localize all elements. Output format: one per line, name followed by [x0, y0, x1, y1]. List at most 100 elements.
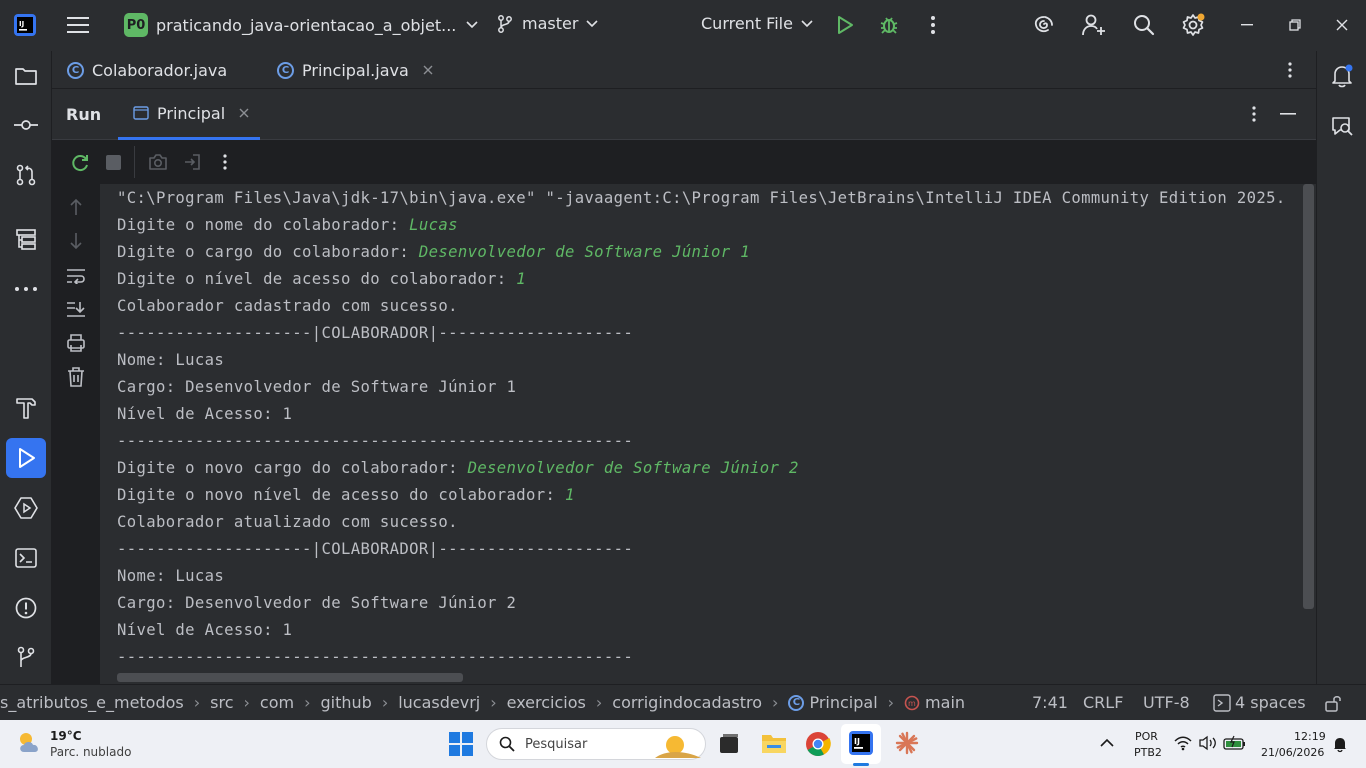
chevron-down-icon: [466, 21, 478, 29]
console-line: --------------------|COLABORADOR|-------…: [117, 324, 634, 342]
breadcrumb-item[interactable]: corrigindocadastro: [612, 693, 762, 712]
breadcrumb-item[interactable]: exercicios: [507, 693, 586, 712]
horizontal-scrollbar[interactable]: [117, 673, 463, 682]
structure-icon[interactable]: [6, 219, 46, 259]
ai-assistant-icon[interactable]: [1024, 5, 1064, 45]
file-explorer-icon[interactable]: [761, 732, 787, 754]
search-placeholder: Pesquisar: [525, 736, 588, 752]
problems-icon[interactable]: [6, 588, 46, 628]
indent-settings[interactable]: 4 spaces: [1213, 693, 1306, 712]
read-only-lock-icon[interactable]: [1325, 694, 1343, 712]
breadcrumb-item[interactable]: github: [321, 693, 372, 712]
soft-wrap-icon[interactable]: [64, 264, 88, 288]
run-config-selector[interactable]: Current File: [701, 14, 813, 33]
intellij-taskbar-icon[interactable]: IJ: [849, 731, 873, 755]
restore-icon[interactable]: [1275, 5, 1315, 45]
console-line: Nome: Lucas: [117, 567, 225, 585]
chrome-browser-icon[interactable]: [805, 731, 831, 757]
breadcrumb-item[interactable]: src: [210, 693, 233, 712]
user-input: 1: [516, 270, 527, 288]
tab-colaborador-java[interactable]: C Colaborador.java: [67, 51, 227, 89]
main-menu-icon[interactable]: [58, 5, 98, 45]
weather-cloud-sun-icon[interactable]: [16, 730, 44, 754]
taskbar-search-box[interactable]: Pesquisar: [486, 728, 706, 760]
git-icon[interactable]: [6, 637, 46, 677]
close-tab-icon[interactable]: [239, 108, 249, 118]
close-window-icon[interactable]: [1322, 5, 1362, 45]
more-actions-icon[interactable]: [913, 5, 953, 45]
panel-options-icon[interactable]: [1252, 106, 1256, 122]
clock-date[interactable]: 21/06/2026: [1261, 746, 1324, 759]
minimize-icon[interactable]: [1227, 5, 1267, 45]
build-hammer-icon[interactable]: [6, 388, 46, 428]
task-view-icon[interactable]: [717, 732, 741, 756]
toolbar-more-icon[interactable]: [223, 154, 227, 170]
settings-gear-icon[interactable]: [1173, 5, 1213, 45]
pull-requests-icon[interactable]: [6, 155, 46, 195]
scroll-up-arrow-icon[interactable]: [64, 195, 88, 219]
title-bar: IJ P0 praticando_java-orientacao_a_objet…: [0, 0, 1366, 51]
breadcrumb-item[interactable]: com: [260, 693, 294, 712]
print-icon[interactable]: [64, 331, 88, 355]
windows-start-icon[interactable]: [449, 732, 473, 756]
file-encoding[interactable]: UTF-8: [1143, 693, 1190, 712]
breadcrumb-item[interactable]: main: [925, 693, 965, 712]
project-selector[interactable]: P0 praticando_java-orientacao_a_objet...: [124, 13, 478, 37]
notification-center-icon[interactable]: [1332, 735, 1348, 753]
scroll-down-arrow-icon[interactable]: [64, 229, 88, 253]
caret-position[interactable]: 7:41: [1032, 693, 1068, 712]
console-line: "C:\Program Files\Java\jdk-17\bin\java.e…: [117, 189, 1286, 207]
run-tool-window-icon[interactable]: [6, 438, 46, 478]
project-badge: P0: [124, 13, 148, 37]
input-language[interactable]: POR: [1135, 730, 1158, 743]
screenshot-camera-icon[interactable]: [148, 153, 168, 171]
line-ending[interactable]: CRLF: [1083, 693, 1123, 712]
more-tool-windows-icon[interactable]: [6, 269, 46, 309]
breadcrumb: s_atributos_e_metodos › src › com › github ›…: [0, 693, 966, 712]
branch-selector[interactable]: master: [497, 14, 598, 33]
breadcrumb-item[interactable]: lucasdevrj: [398, 693, 480, 712]
keyboard-layout[interactable]: PTB2: [1134, 746, 1162, 759]
export-icon[interactable]: [183, 153, 201, 171]
scroll-to-end-icon[interactable]: [64, 297, 88, 321]
volume-speaker-icon[interactable]: [1198, 735, 1218, 751]
project-folder-icon[interactable]: [6, 56, 46, 96]
notifications-bell-icon[interactable]: [1322, 56, 1362, 96]
tab-actions-icon[interactable]: [1288, 62, 1292, 78]
add-user-icon[interactable]: [1074, 5, 1114, 45]
weather-desc: Parc. nublado: [50, 745, 132, 759]
console-output[interactable]: "C:\Program Files\Java\jdk-17\bin\java.e…: [100, 184, 1316, 684]
wifi-icon[interactable]: [1174, 735, 1192, 751]
stop-icon[interactable]: [106, 155, 121, 170]
run-toolbar: [52, 140, 1316, 184]
claude-app-icon[interactable]: [895, 731, 919, 755]
breadcrumb-item[interactable]: s_atributos_e_metodos: [0, 693, 184, 712]
battery-charging-icon[interactable]: [1223, 735, 1247, 751]
vertical-scrollbar[interactable]: [1303, 184, 1314, 609]
indent-label: 4 spaces: [1235, 693, 1306, 712]
terminal-icon[interactable]: [6, 538, 46, 578]
svg-text:IJ: IJ: [854, 737, 860, 746]
debug-icon[interactable]: [869, 5, 909, 45]
tab-principal-java[interactable]: C Principal.java: [277, 51, 433, 89]
hide-panel-icon[interactable]: [1280, 113, 1296, 115]
java-class-icon: C: [788, 694, 805, 711]
intellij-logo-icon[interactable]: IJ: [5, 5, 45, 45]
chevron-down-icon: [801, 19, 813, 27]
editor-tabs: C Colaborador.java C Principal.java: [52, 51, 1316, 89]
user-input: Lucas: [409, 216, 458, 234]
run-icon[interactable]: [825, 5, 865, 45]
search-icon[interactable]: [1124, 5, 1164, 45]
show-hidden-icons-chevron-icon[interactable]: [1100, 738, 1114, 747]
services-icon[interactable]: [6, 488, 46, 528]
breadcrumb-item[interactable]: Principal: [809, 693, 877, 712]
close-tab-icon[interactable]: [423, 65, 433, 75]
commit-icon[interactable]: [6, 105, 46, 145]
tab-principal-run[interactable]: Principal: [118, 89, 260, 140]
ai-chat-icon[interactable]: [1322, 106, 1362, 146]
rerun-icon[interactable]: [70, 153, 90, 173]
clear-trash-icon[interactable]: [64, 365, 88, 389]
clock-time[interactable]: 12:19: [1294, 730, 1326, 743]
indent-settings-icon: [1213, 693, 1231, 712]
console-line: Nível de Acesso: 1: [117, 621, 293, 639]
